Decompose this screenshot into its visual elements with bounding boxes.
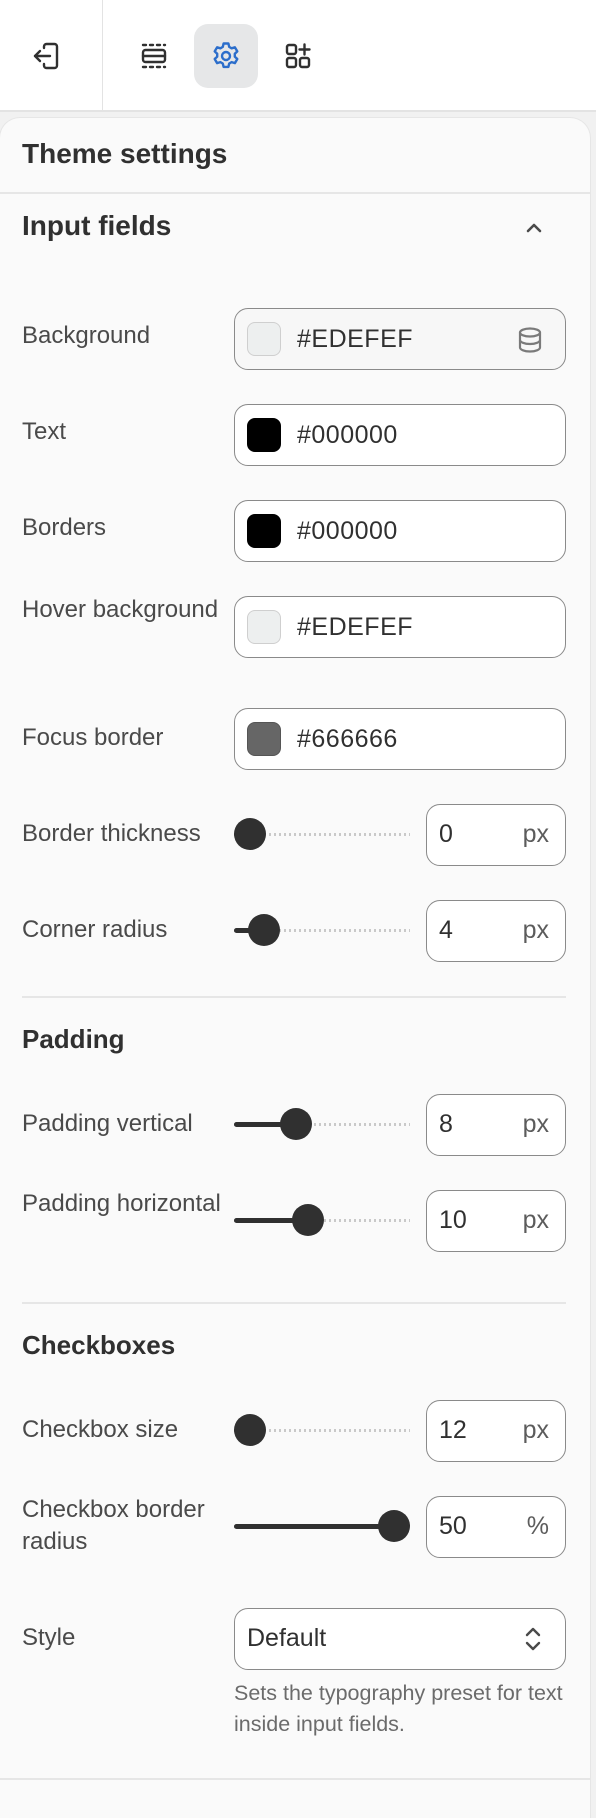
color-hex: #000000 [297,420,398,449]
color-hex: #EDEFEF [297,324,414,353]
divider [0,192,590,194]
section-heading-padding: Padding [22,1024,125,1054]
label-border-thickness: Border thickness [22,820,201,847]
style-select[interactable]: Default [234,1608,566,1670]
slider-fill [234,1524,394,1529]
number-value: 50 [439,1512,467,1540]
label-background: Background [22,322,151,349]
label-text: Text [22,418,67,445]
exit-icon [33,42,59,70]
apps-button[interactable] [266,24,330,88]
label-style: Style [22,1624,76,1651]
number-value: 4 [439,916,453,944]
color-hex: #666666 [297,724,398,753]
number-value: 10 [439,1206,467,1234]
label-checkbox-border-radius: Checkbox border radius [22,1496,205,1555]
number-value: 12 [439,1416,467,1444]
checkbox-size-input[interactable]: 12 px [426,1400,566,1462]
slider-thumb[interactable] [291,1204,324,1236]
checkbox-size-slider[interactable] [234,1412,410,1448]
section-heading-checkboxes: Checkboxes [22,1330,176,1360]
number-value: 0 [439,820,453,848]
select-value: Default [247,1624,327,1652]
unit-label: % [526,1512,549,1540]
color-hex: #EDEFEF [297,612,414,641]
panel-title: Theme settings [22,138,228,169]
label-borders: Borders [22,514,107,541]
sections-button[interactable] [122,24,186,88]
divider [22,996,566,998]
corner-radius-input[interactable]: 4 px [426,900,566,962]
hover-background-color-field[interactable]: #EDEFEF [234,596,566,658]
unit-label: px [522,916,549,944]
label-focus-border: Focus border [22,724,164,751]
slider-thumb[interactable] [378,1510,410,1542]
unit-label: px [522,1206,549,1234]
apps-add-icon [285,43,311,69]
exit-button[interactable] [14,24,78,88]
padding-vertical-input[interactable]: 8 px [426,1094,566,1156]
number-value: 8 [439,1110,453,1138]
theme-settings-button[interactable] [194,24,258,88]
toolbar-divider [102,0,103,112]
section-heading-input-fields[interactable]: Input fields [22,210,171,242]
color-swatch[interactable] [247,610,281,644]
slider-thumb[interactable] [234,818,266,850]
database-icon[interactable] [515,325,545,355]
corner-radius-slider[interactable] [234,912,410,948]
unit-label: px [522,1416,549,1444]
chevron-up-icon [526,223,542,233]
collapse-button[interactable] [512,206,556,250]
top-toolbar [0,0,596,112]
color-swatch[interactable] [247,514,281,548]
label-checkbox-size: Checkbox size [22,1416,179,1443]
focus-border-color-field[interactable]: #666666 [234,708,566,770]
checkbox-border-radius-slider[interactable] [234,1508,410,1544]
borders-color-field[interactable]: #000000 [234,500,566,562]
slider-thumb[interactable] [234,1414,266,1446]
color-swatch[interactable] [247,322,281,356]
unit-label: px [522,1110,549,1138]
divider [0,1778,590,1780]
text-color-field[interactable]: #000000 [234,404,566,466]
border-thickness-input[interactable]: 0 px [426,804,566,866]
theme-settings-panel: Theme settings Input fields Background #… [0,118,590,1818]
label-hover-background: Hover background [22,596,219,623]
padding-horizontal-input[interactable]: 10 px [426,1190,566,1252]
chevron-up-down-icon [525,1627,541,1651]
slider-thumb[interactable] [248,914,281,946]
label-corner-radius: Corner radius [22,916,168,943]
label-padding-vertical: Padding vertical [22,1110,193,1137]
padding-horizontal-slider[interactable] [234,1202,410,1238]
settings-gear-icon [213,42,239,69]
sections-icon [141,43,167,69]
checkbox-border-radius-input[interactable]: 50 % [426,1496,566,1558]
slider-thumb[interactable] [280,1108,313,1140]
background-color-field[interactable]: #EDEFEF [234,308,566,370]
color-swatch[interactable] [247,418,281,452]
border-thickness-slider[interactable] [234,816,410,852]
unit-label: px [522,820,549,848]
style-help-text: Sets the typography preset for text insi… [234,1681,563,1736]
padding-vertical-slider[interactable] [234,1106,410,1142]
color-swatch[interactable] [247,722,281,756]
divider [22,1302,566,1304]
label-padding-horizontal: Padding horizontal [22,1190,221,1217]
color-hex: #000000 [297,516,398,545]
